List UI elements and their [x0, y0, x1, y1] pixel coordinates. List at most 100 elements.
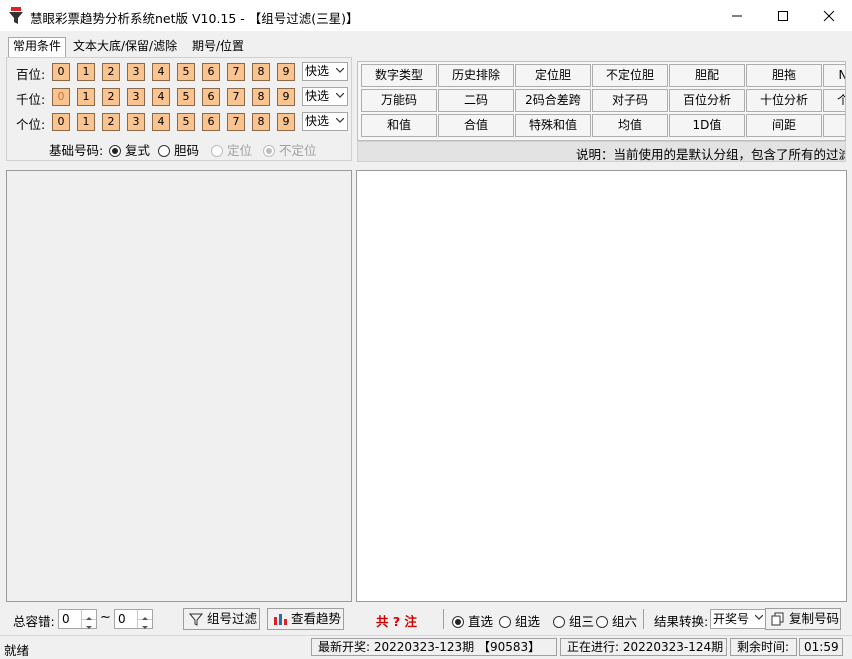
digit-button-hundreds-6[interactable]: 6 [202, 63, 220, 81]
position-label-thousands: 千位: [16, 92, 46, 107]
result-output-panel[interactable] [356, 170, 847, 602]
digit-button-hundreds-3[interactable]: 3 [127, 63, 145, 81]
position-label-units: 个位: [16, 117, 46, 132]
digit-button-thousands-6[interactable]: 6 [202, 88, 220, 106]
select-mode-option-3[interactable]: 组六 [596, 611, 637, 630]
quick-select-thousands[interactable]: 快选 [302, 87, 348, 106]
window-title: 慧眼彩票趋势分析系统net版 V10.15 - 【组号过滤(三星)】 [30, 11, 359, 26]
digit-button-hundreds-0[interactable]: 0 [52, 63, 70, 81]
digit-button-units-0[interactable]: 0 [52, 113, 70, 131]
select-mode-option-2[interactable]: 组三 [553, 611, 594, 630]
condition-button-r2-c2[interactable]: 特殊和值 [515, 114, 591, 137]
digit-button-units-1[interactable]: 1 [77, 113, 95, 131]
status-ready: 就绪 [4, 643, 30, 658]
digit-button-units-9[interactable]: 9 [277, 113, 295, 131]
digit-button-units-8[interactable]: 8 [252, 113, 270, 131]
total-count-label: 共 ? 注 [376, 614, 417, 629]
tolerance-to-stepper[interactable]: 0 [114, 609, 153, 629]
condition-button-r0-c0[interactable]: 数字类型 [361, 64, 437, 87]
copy-numbers-button[interactable]: 复制号码 [765, 608, 841, 630]
condition-button-r2-c3[interactable]: 均值 [592, 114, 668, 137]
digit-button-thousands-0[interactable]: 0 [52, 88, 70, 106]
condition-button-r2-c5[interactable]: 间距 [746, 114, 822, 137]
condition-button-r0-c3[interactable]: 不定位胆 [592, 64, 668, 87]
minimize-icon [732, 15, 742, 16]
digit-button-thousands-9[interactable]: 9 [277, 88, 295, 106]
condition-list-panel[interactable] [6, 170, 352, 602]
condition-button-r1-c0[interactable]: 万能码 [361, 89, 437, 112]
condition-button-r2-c4[interactable]: 1D值 [669, 114, 745, 137]
digit-button-thousands-7[interactable]: 7 [227, 88, 245, 106]
digit-button-units-4[interactable]: 4 [152, 113, 170, 131]
view-trend-button[interactable]: 查看趋势 [267, 608, 344, 630]
description-bar: 说明：当前使用的是默认分组，包含了所有的过滤条 [357, 141, 846, 162]
condition-button-r1-c2[interactable]: 2码合差跨 [515, 89, 591, 112]
base-code-option-duplex[interactable]: 复式 [109, 140, 150, 159]
digit-button-hundreds-1[interactable]: 1 [77, 63, 95, 81]
condition-button-r0-c4[interactable]: 胆配 [669, 64, 745, 87]
tab-period-position[interactable]: 期号/位置 [188, 38, 248, 56]
condition-button-r0-c1[interactable]: 历史排除 [438, 64, 514, 87]
stepper-down-icon[interactable] [81, 619, 96, 629]
quick-select-units[interactable]: 快选 [302, 112, 348, 131]
digit-button-thousands-5[interactable]: 5 [177, 88, 195, 106]
condition-button-r0-c5[interactable]: 胆拖 [746, 64, 822, 87]
digit-button-hundreds-7[interactable]: 7 [227, 63, 245, 81]
minimize-button[interactable] [714, 0, 760, 31]
group-filter-button[interactable]: 组号过滤 [183, 608, 260, 630]
digit-button-units-3[interactable]: 3 [127, 113, 145, 131]
condition-button-r2-c0[interactable]: 和值 [361, 114, 437, 137]
range-separator: ~ [100, 610, 111, 625]
condition-button-r0-c6[interactable]: N [823, 64, 845, 87]
convert-select[interactable]: 开奖号 [710, 609, 767, 629]
condition-button-r1-c5[interactable]: 十位分析 [746, 89, 822, 112]
digit-button-hundreds-4[interactable]: 4 [152, 63, 170, 81]
toolbar-divider [643, 609, 644, 629]
digit-button-thousands-8[interactable]: 8 [252, 88, 270, 106]
chevron-down-icon [755, 615, 763, 620]
condition-button-r2-c6[interactable] [823, 114, 845, 137]
stepper-down-icon[interactable] [137, 619, 152, 629]
current-period-status: 正在进行: 20220323-124期 [560, 638, 727, 656]
copy-icon [771, 612, 784, 626]
close-button[interactable] [806, 0, 852, 31]
tolerance-from-stepper[interactable]: 0 [58, 609, 97, 629]
chevron-down-icon [336, 93, 344, 98]
digit-button-units-2[interactable]: 2 [102, 113, 120, 131]
remaining-time-label: 剩余时间: [730, 638, 797, 656]
convert-label: 结果转换: [654, 614, 709, 629]
digit-button-units-5[interactable]: 5 [177, 113, 195, 131]
quick-select-hundreds[interactable]: 快选 [302, 62, 348, 81]
digit-button-units-6[interactable]: 6 [202, 113, 220, 131]
digit-button-hundreds-9[interactable]: 9 [277, 63, 295, 81]
digit-button-hundreds-8[interactable]: 8 [252, 63, 270, 81]
digit-button-hundreds-2[interactable]: 2 [102, 63, 120, 81]
radio-icon [499, 616, 511, 628]
radio-icon [263, 145, 275, 157]
condition-button-r2-c1[interactable]: 合值 [438, 114, 514, 137]
base-code-option-dan[interactable]: 胆码 [158, 140, 199, 159]
tab-text-filter[interactable]: 文本大底/保留/滤除 [69, 38, 181, 56]
maximize-button[interactable] [760, 0, 806, 31]
filter-icon [189, 613, 203, 626]
condition-button-r1-c4[interactable]: 百位分析 [669, 89, 745, 112]
condition-button-r1-c3[interactable]: 对子码 [592, 89, 668, 112]
digit-button-thousands-3[interactable]: 3 [127, 88, 145, 106]
radio-icon [211, 145, 223, 157]
condition-button-r1-c1[interactable]: 二码 [438, 89, 514, 112]
digit-button-hundreds-5[interactable]: 5 [177, 63, 195, 81]
tolerance-label: 总容错: [13, 614, 55, 629]
digit-button-thousands-1[interactable]: 1 [77, 88, 95, 106]
base-code-label: 基础号码: [49, 143, 104, 158]
radio-icon [109, 145, 121, 157]
app-logo-icon [8, 7, 24, 25]
digit-button-thousands-4[interactable]: 4 [152, 88, 170, 106]
select-mode-option-1[interactable]: 组选 [499, 611, 540, 630]
maximize-icon [778, 10, 788, 21]
condition-button-r1-c6[interactable]: 个 [823, 89, 845, 112]
digit-button-units-7[interactable]: 7 [227, 113, 245, 131]
condition-button-r0-c2[interactable]: 定位胆 [515, 64, 591, 87]
tab-common-conditions[interactable]: 常用条件 [8, 37, 67, 57]
digit-button-thousands-2[interactable]: 2 [102, 88, 120, 106]
select-mode-option-0[interactable]: 直选 [452, 611, 493, 630]
